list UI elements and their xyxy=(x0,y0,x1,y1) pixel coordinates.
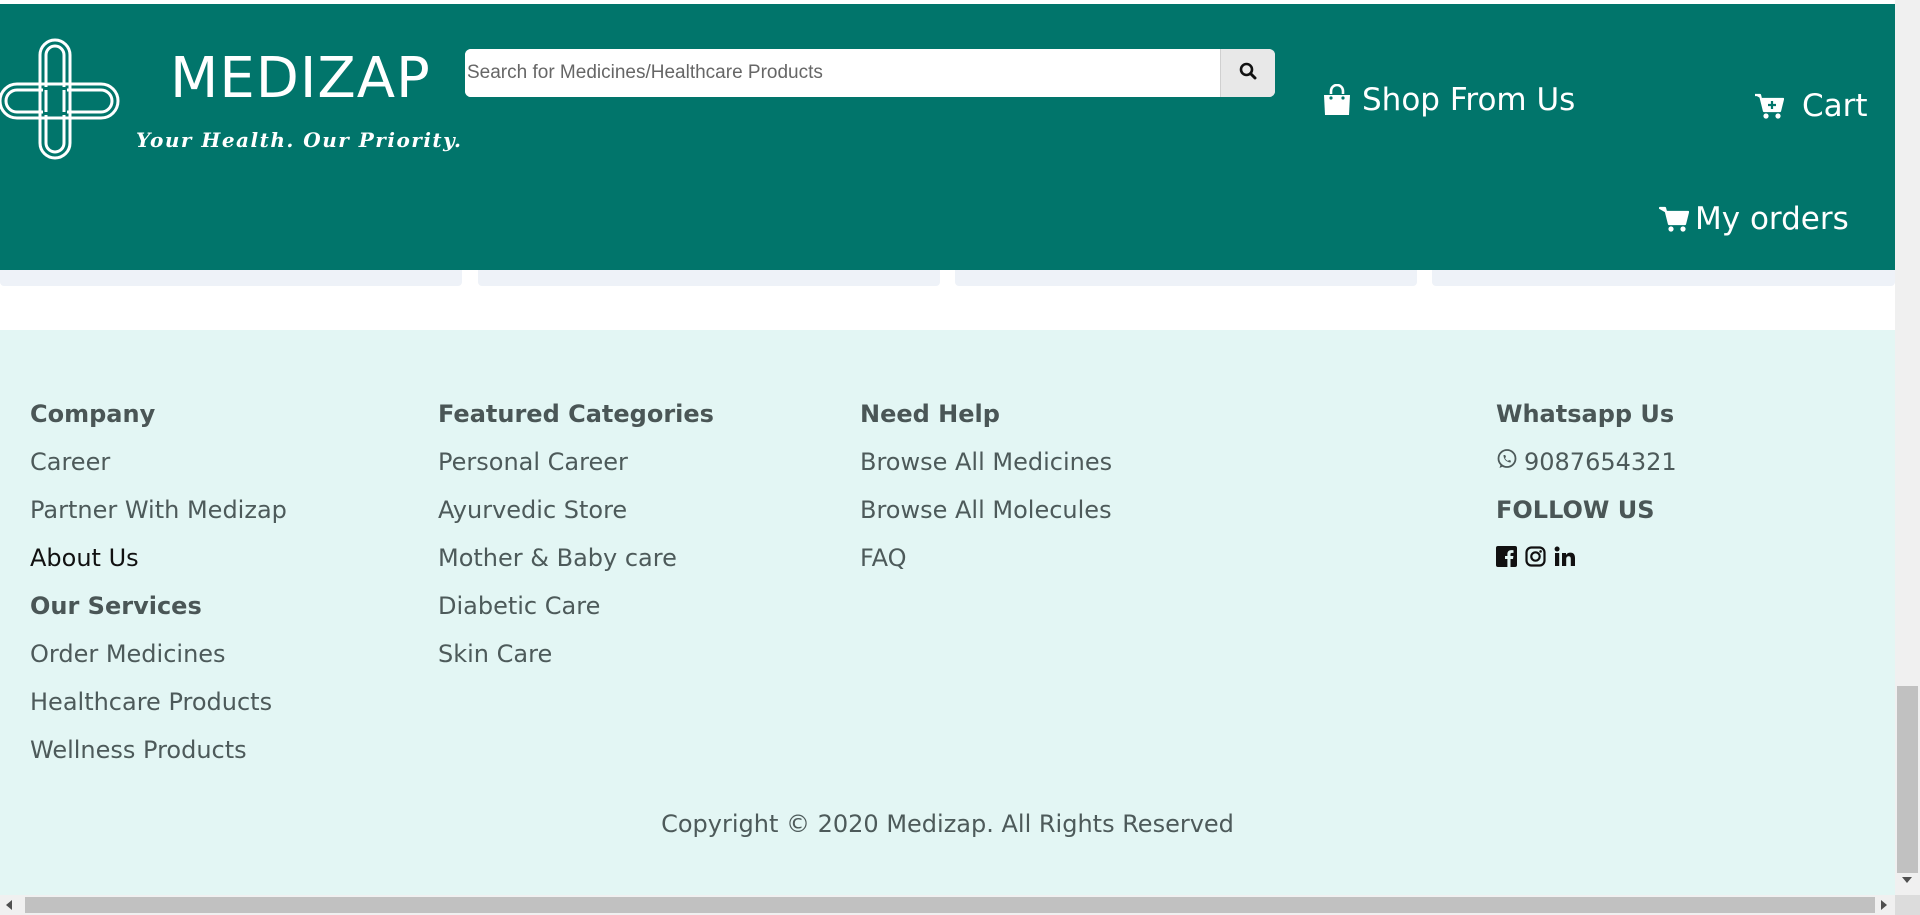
footer-heading-help: Need Help xyxy=(860,400,1000,428)
shopping-bag-icon xyxy=(1322,84,1352,116)
social-links xyxy=(1496,534,1677,582)
footer-link-partner[interactable]: Partner With Medizap xyxy=(30,486,287,534)
nav-shop-from-us[interactable]: Shop From Us xyxy=(1322,82,1575,118)
search-input[interactable] xyxy=(465,49,1221,97)
scroll-left-arrow-icon[interactable] xyxy=(6,900,12,910)
brand-name: MEDIZAP xyxy=(170,46,431,111)
nav-shop-label: Shop From Us xyxy=(1362,82,1576,118)
page-viewport: MEDIZAP Your Health. Our Priority. Searc… xyxy=(0,0,1895,895)
footer-column-help: Need Help Browse All Medicines Browse Al… xyxy=(860,390,1112,582)
scroll-right-arrow-icon[interactable] xyxy=(1881,900,1887,910)
linkedin-icon[interactable] xyxy=(1554,546,1576,571)
product-card-edge xyxy=(1432,270,1895,286)
search-button[interactable] xyxy=(1220,49,1275,97)
search-bar xyxy=(465,49,1275,97)
medical-cross-logo-icon[interactable] xyxy=(0,34,120,164)
copyright-text: Copyright © 2020 Medizap. All Rights Res… xyxy=(661,810,1234,838)
footer-link-diabetic-care[interactable]: Diabetic Care xyxy=(438,582,714,630)
site-footer: Company Career Partner With Medizap Abou… xyxy=(0,330,1895,895)
horizontal-scrollbar[interactable] xyxy=(0,895,1895,915)
footer-link-wellness-products[interactable]: Wellness Products xyxy=(30,726,287,774)
footer-link-skin-care[interactable]: Skin Care xyxy=(438,630,714,678)
footer-column-featured: Featured Categories Personal Career Ayur… xyxy=(438,390,714,678)
footer-heading-whatsapp: Whatsapp Us xyxy=(1496,400,1675,428)
footer-link-mother-baby[interactable]: Mother & Baby care xyxy=(438,534,714,582)
footer-link-personal-career[interactable]: Personal Career xyxy=(438,438,714,486)
site-header: MEDIZAP Your Health. Our Priority. Searc… xyxy=(0,4,1895,270)
nav-orders-label: My orders xyxy=(1695,201,1849,237)
product-card-edge xyxy=(955,270,1417,286)
footer-heading-company: Company xyxy=(30,400,156,428)
facebook-icon[interactable] xyxy=(1496,545,1517,571)
whatsapp-icon xyxy=(1496,438,1518,486)
footer-link-ayurvedic-store[interactable]: Ayurvedic Store xyxy=(438,486,714,534)
footer-column-company: Company Career Partner With Medizap Abou… xyxy=(30,390,287,774)
footer-link-browse-molecules[interactable]: Browse All Molecules xyxy=(860,486,1112,534)
footer-heading-follow-us: FOLLOW US xyxy=(1496,496,1655,524)
vertical-scrollbar-thumb[interactable] xyxy=(1897,686,1918,873)
product-card-edge xyxy=(478,270,940,286)
product-card-edge xyxy=(0,270,462,286)
instagram-icon[interactable] xyxy=(1525,545,1546,571)
footer-link-faq[interactable]: FAQ xyxy=(860,534,1112,582)
horizontal-scrollbar-thumb[interactable] xyxy=(25,897,1875,913)
nav-cart-label: Cart xyxy=(1802,88,1868,124)
footer-heading-featured: Featured Categories xyxy=(438,400,714,428)
search-icon xyxy=(1239,62,1257,84)
footer-link-about-us[interactable]: About Us xyxy=(30,534,287,582)
footer-link-career[interactable]: Career xyxy=(30,438,287,486)
footer-column-contact: Whatsapp Us 9087654321 FOLLOW US xyxy=(1496,390,1677,582)
nav-my-orders[interactable]: My orders xyxy=(1659,201,1849,237)
whatsapp-phone-number: 9087654321 xyxy=(1524,448,1677,476)
cart-plus-icon xyxy=(1754,92,1784,120)
scrollbar-corner xyxy=(1895,895,1920,915)
footer-link-healthcare-products[interactable]: Healthcare Products xyxy=(30,678,287,726)
footer-link-order-medicines[interactable]: Order Medicines xyxy=(30,630,287,678)
scroll-down-arrow-icon[interactable] xyxy=(1902,877,1912,883)
vertical-scrollbar[interactable] xyxy=(1895,0,1920,895)
nav-cart[interactable]: Cart xyxy=(1754,88,1868,124)
product-card-strip xyxy=(0,270,1895,286)
whatsapp-phone-link[interactable]: 9087654321 xyxy=(1496,438,1677,486)
footer-link-browse-medicines[interactable]: Browse All Medicines xyxy=(860,438,1112,486)
footer-heading-services: Our Services xyxy=(30,592,202,620)
shopping-cart-icon xyxy=(1659,205,1689,233)
brand-tagline: Your Health. Our Priority. xyxy=(136,128,463,152)
